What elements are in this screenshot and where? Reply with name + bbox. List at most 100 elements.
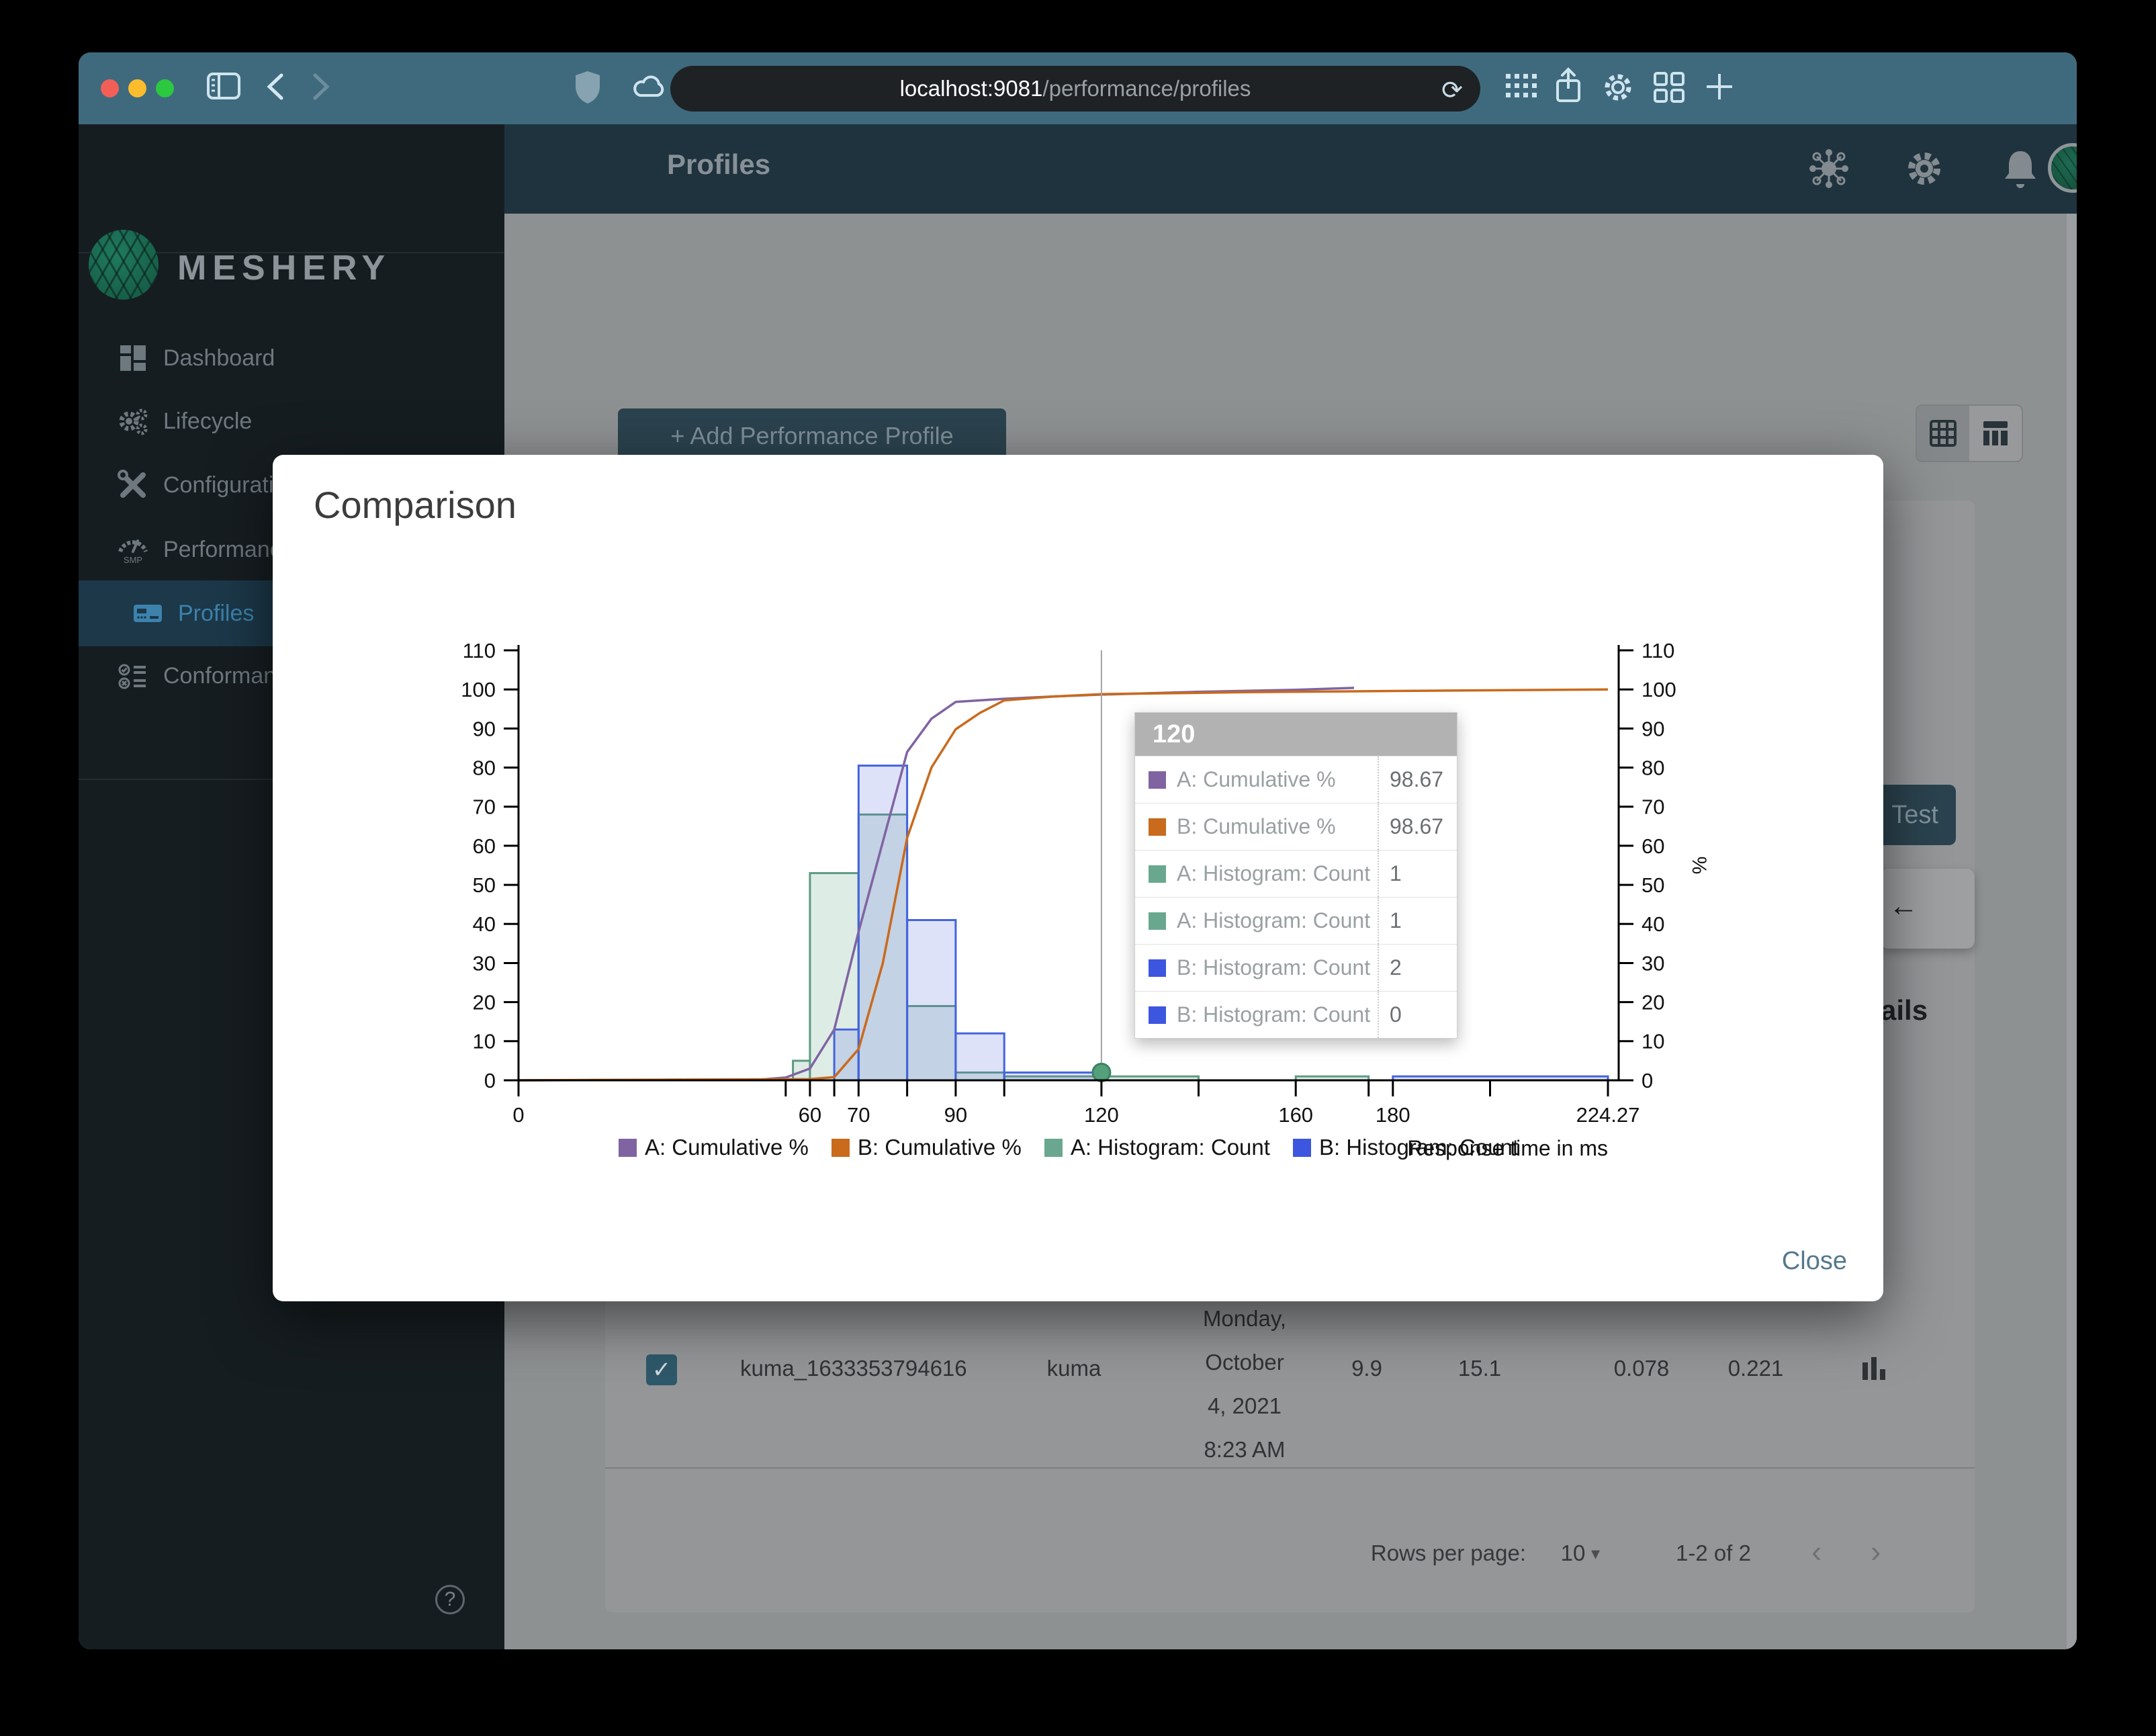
url-bar[interactable]: localhost:9081/performance/profiles ⟳ [670, 66, 1480, 112]
tooltip-row: B: Histogram: Count 2 [1135, 944, 1457, 991]
close-window-button[interactable] [101, 79, 119, 97]
cell-p99: 0.221 [1727, 1356, 1784, 1381]
cell-date: Monday, October 4, 2021 8:23 AM [1202, 1306, 1287, 1462]
performance-speedometer-icon: SMP [118, 534, 148, 565]
svg-text:120: 120 [1084, 1103, 1119, 1127]
close-button[interactable]: Close [1782, 1247, 1847, 1276]
sidebar-item-dashboard[interactable]: Dashboard [79, 329, 504, 387]
gear-icon[interactable] [1903, 147, 1946, 190]
svg-text:0: 0 [1642, 1069, 1653, 1092]
svg-text:100: 100 [461, 678, 496, 701]
brand-area: MESHERY [79, 124, 504, 300]
brand-name: MESHERY [177, 249, 392, 288]
cell-duration: 15.1 [1457, 1356, 1502, 1381]
svg-text:%: % [1688, 857, 1710, 875]
legend-item: B: Cumulative % [831, 1135, 1022, 1160]
row-chart-icon[interactable] [1857, 1353, 1891, 1387]
svg-text:20: 20 [1642, 990, 1664, 1014]
row-checkbox[interactable]: ✓ [646, 1354, 677, 1385]
share-icon[interactable] [1554, 67, 1583, 108]
svg-text:70: 70 [847, 1103, 870, 1127]
chart-tooltip: 120 A: Cumulative % 98.67 B: Cumulative % 9… [1134, 712, 1457, 1039]
svg-text:20: 20 [473, 990, 496, 1014]
profiles-card-icon [132, 598, 163, 629]
rows-per-page-select[interactable]: 10 [1549, 1538, 1597, 1568]
chevron-down-icon[interactable]: ▾ [1591, 1538, 1600, 1568]
svg-text:50: 50 [473, 873, 496, 897]
scrollbar[interactable] [2067, 214, 2077, 1649]
svg-text:0: 0 [512, 1103, 524, 1127]
svg-text:30: 30 [1642, 951, 1664, 975]
browser-toolbar: localhost:9081/performance/profiles ⟳ [79, 52, 2077, 124]
details-heading-fragment: ails [1881, 994, 1928, 1026]
svg-text:60: 60 [1642, 834, 1664, 858]
next-page-icon[interactable]: › [1871, 1533, 1881, 1569]
screenshot-root: localhost:9081/performance/profiles ⟳ Pr… [0, 0, 2156, 1736]
shield-icon[interactable] [574, 70, 601, 108]
cell-qps: 9.9 [1351, 1356, 1382, 1381]
previous-page-icon[interactable]: ‹ [1811, 1533, 1822, 1569]
svg-text:60: 60 [473, 834, 496, 858]
comparison-chart[interactable]: 0 010 1020 2030 3040 4050 5060 6070 7080 8090 9010… [273, 455, 1883, 1301]
keypad-icon[interactable] [1506, 73, 1538, 103]
comparison-modal: Comparison 0 0 10 10 20 20 30 30 40 40 50 50 60 60 70 7… [273, 455, 1883, 1301]
svg-text:90: 90 [473, 717, 496, 740]
cell-profile-name: kuma_1633353794616 [740, 1356, 967, 1381]
cell-p50: 0.078 [1613, 1356, 1670, 1381]
svg-text:90: 90 [1642, 717, 1664, 740]
sidebar-item-label: Lifecycle [163, 408, 253, 434]
svg-text:80: 80 [1642, 756, 1664, 779]
svg-text:110: 110 [463, 639, 496, 662]
settings-gear-icon[interactable] [1601, 70, 1635, 108]
notifications-bell-icon[interactable] [2001, 147, 2044, 190]
meshery-logo-icon [89, 230, 159, 300]
url-path: /performance/profiles [1042, 76, 1251, 101]
svg-text:160: 160 [1278, 1103, 1313, 1127]
svg-text:100: 100 [1642, 678, 1676, 701]
svg-text:60: 60 [799, 1103, 821, 1127]
help-icon[interactable]: ? [435, 1585, 465, 1614]
legend-item: A: Histogram: Count [1044, 1135, 1270, 1160]
minimize-window-button[interactable] [128, 79, 146, 97]
back-arrow-icon[interactable]: ← [1889, 889, 1918, 923]
table-view-button[interactable] [1969, 406, 2022, 461]
dashboard-icon [118, 343, 148, 374]
table-divider [605, 1467, 1975, 1469]
sidebar-item-lifecycle[interactable]: Lifecycle [79, 392, 504, 450]
maximize-window-button[interactable] [156, 79, 174, 97]
forward-icon[interactable] [311, 73, 331, 104]
svg-text:180: 180 [1376, 1103, 1410, 1127]
pagination-range: 1-2 of 2 [1676, 1540, 1751, 1565]
svg-text:40: 40 [473, 912, 496, 936]
svg-text:70: 70 [473, 795, 496, 819]
svg-text:90: 90 [944, 1103, 967, 1127]
legend-item: B: Histogram: Count [1292, 1135, 1519, 1160]
svg-text:50: 50 [1642, 873, 1664, 897]
tooltip-title: 120 [1135, 713, 1457, 756]
grid-view-button[interactable] [1917, 406, 1969, 461]
url-host: localhost:9081 [899, 76, 1043, 101]
tooltip-row: A: Cumulative % 98.67 [1135, 756, 1457, 803]
cell-mesh: kuma [1046, 1356, 1102, 1381]
new-tab-icon[interactable] [1704, 71, 1735, 105]
app-header: Profiles [504, 124, 2077, 214]
avatar[interactable] [2048, 143, 2077, 193]
sidebar-item-label: Profiles [178, 600, 255, 626]
svg-text:40: 40 [1642, 912, 1664, 936]
mesh-adapters-icon[interactable] [1807, 147, 1850, 190]
svg-text:80: 80 [473, 756, 496, 779]
rows-per-page-label: Rows per page: [1370, 1540, 1526, 1565]
tooltip-row: A: Histogram: Count 1 [1135, 850, 1457, 897]
chart-legend: A: Cumulative % B: Cumulative % A: Histogr… [519, 1135, 1619, 1160]
back-icon[interactable] [265, 73, 285, 104]
tooltip-row: A: Histogram: Count 1 [1135, 897, 1457, 944]
svg-text:0: 0 [484, 1069, 496, 1092]
cloud-icon[interactable] [631, 71, 666, 104]
svg-text:110: 110 [1642, 639, 1674, 662]
reload-icon[interactable]: ⟳ [1441, 75, 1463, 105]
svg-text:30: 30 [473, 951, 496, 975]
svg-text:224.27: 224.27 [1576, 1103, 1640, 1127]
sidebar-toggle-icon[interactable] [206, 71, 241, 104]
tab-overview-icon[interactable] [1653, 71, 1685, 107]
view-toggle-group [1916, 404, 2023, 462]
